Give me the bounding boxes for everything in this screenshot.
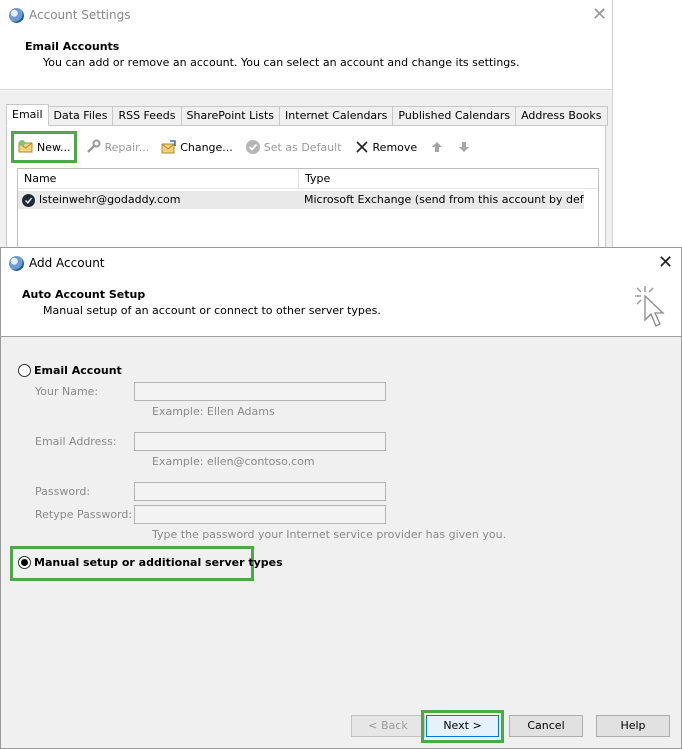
manual-setup-label[interactable]: Manual setup or additional server types (34, 556, 283, 569)
column-name[interactable]: Name (18, 169, 299, 189)
header-title: Email Accounts (25, 40, 120, 53)
password-label: Password: (35, 485, 91, 498)
wrench-icon (85, 139, 101, 155)
cursor-sparkle-icon (631, 284, 671, 335)
next-button[interactable]: Next > (426, 715, 499, 737)
set-as-default-button[interactable]: Set as Default (241, 135, 346, 159)
email-accounts-header: Email Accounts You can add or remove an … (0, 30, 612, 90)
default-account-check-icon (22, 193, 35, 207)
tab-email[interactable]: Email (6, 104, 49, 126)
tab-rss-feeds[interactable]: RSS Feeds (113, 106, 182, 126)
account-settings-titlebar: Account Settings ✕ (0, 0, 612, 30)
outlook-app-icon (9, 256, 24, 271)
help-button[interactable]: Help (596, 715, 670, 737)
move-down-button[interactable] (452, 135, 479, 159)
account-name-cell: lsteinwehr@godaddy.com (18, 191, 300, 209)
check-circle-icon (245, 139, 261, 155)
repair-label: Repair... (104, 140, 150, 154)
close-icon[interactable]: ✕ (592, 6, 607, 24)
tab-address-books[interactable]: Address Books (516, 106, 608, 126)
add-account-title: Add Account (29, 256, 105, 270)
account-settings-title: Account Settings (29, 8, 131, 22)
column-type[interactable]: Type (299, 169, 330, 189)
accounts-list: Name Type lsteinwehr@godaddy.com Microso… (17, 168, 599, 256)
header-subtitle: You can add or remove an account. You ca… (43, 56, 520, 69)
password-hint: Type the password your Internet service … (152, 528, 507, 541)
new-account-button[interactable]: New... (11, 131, 78, 163)
new-mail-icon (18, 139, 34, 155)
new-label: New... (37, 140, 71, 154)
list-header: Name Type (18, 169, 598, 189)
account-settings-body: Email Data Files RSS Feeds SharePoint Li… (0, 91, 612, 256)
change-account-icon (161, 139, 177, 155)
your-name-input[interactable] (134, 382, 386, 401)
account-row[interactable]: lsteinwehr@godaddy.com Microsoft Exchang… (18, 191, 584, 209)
change-label: Change... (180, 140, 233, 154)
account-type: Microsoft Exchange (send from this accou… (304, 193, 584, 206)
your-name-label: Your Name: (35, 385, 99, 398)
back-button[interactable]: < Back (351, 715, 425, 737)
tab-published-calendars[interactable]: Published Calendars (393, 106, 517, 126)
email-address-input[interactable] (134, 432, 386, 451)
account-toolbar: New... Repair... Change... Set as Defaul… (11, 131, 483, 163)
tab-sharepoint-lists[interactable]: SharePoint Lists (181, 106, 281, 126)
password-input[interactable] (134, 482, 386, 501)
arrow-up-icon (429, 139, 445, 155)
retype-password-input[interactable] (134, 505, 386, 524)
remove-x-icon (354, 139, 370, 155)
email-account-label[interactable]: Email Account (34, 364, 122, 377)
repair-button[interactable]: Repair... (81, 135, 153, 159)
set-default-label: Set as Default (263, 140, 342, 154)
remove-button[interactable]: Remove (350, 135, 422, 159)
auto-setup-subtitle: Manual setup of an account or connect to… (43, 304, 381, 317)
retype-password-label: Retype Password: (35, 508, 133, 521)
auto-account-setup-header: Auto Account Setup Manual setup of an ac… (1, 278, 681, 337)
email-account-radio[interactable] (18, 364, 31, 377)
arrow-down-icon (456, 139, 472, 155)
move-up-button[interactable] (425, 135, 452, 159)
close-icon[interactable]: ✕ (658, 254, 673, 272)
auto-setup-title: Auto Account Setup (22, 288, 146, 301)
add-account-titlebar: Add Account ✕ (1, 248, 681, 278)
account-settings-window: Account Settings ✕ Email Accounts You ca… (0, 0, 613, 256)
manual-setup-radio[interactable] (18, 556, 31, 569)
outlook-app-icon (9, 8, 24, 23)
remove-label: Remove (372, 140, 418, 154)
tab-data-files[interactable]: Data Files (48, 106, 114, 126)
email-address-hint: Example: ellen@contoso.com (152, 455, 315, 468)
your-name-hint: Example: Ellen Adams (152, 405, 275, 418)
email-tab-panel: New... Repair... Change... Set as Defaul… (6, 125, 606, 256)
add-account-window: Add Account ✕ Auto Account Setup Manual … (0, 247, 682, 749)
change-button[interactable]: Change... (157, 135, 237, 159)
email-address-label: Email Address: (35, 435, 117, 448)
tab-strip: Email Data Files RSS Feeds SharePoint Li… (6, 104, 608, 126)
cancel-button[interactable]: Cancel (509, 715, 583, 737)
tab-internet-calendars[interactable]: Internet Calendars (280, 106, 394, 126)
account-name: lsteinwehr@godaddy.com (39, 193, 181, 206)
